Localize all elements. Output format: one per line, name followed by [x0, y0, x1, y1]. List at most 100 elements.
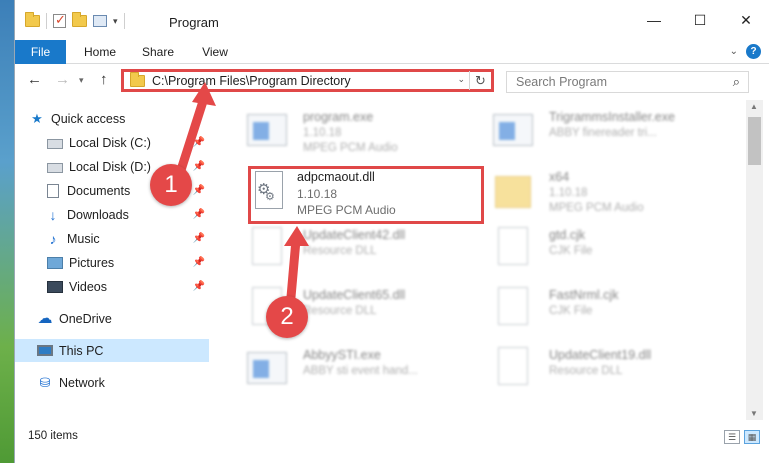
step-badge-1: 1 — [150, 164, 192, 206]
tiles-view-icon[interactable]: ▦ — [744, 430, 760, 444]
sidebar-item-pictures[interactable]: Pictures 📌 — [15, 251, 209, 274]
sidebar-item-label: Network — [59, 375, 105, 390]
maximize-button[interactable]: ☐ — [677, 0, 723, 40]
tab-share[interactable]: Share — [138, 40, 178, 64]
scroll-thumb[interactable] — [748, 117, 761, 165]
back-arrow-icon[interactable]: ← — [27, 71, 42, 88]
expand-ribbon-icon[interactable]: ⌄ — [730, 46, 738, 57]
file-tile-updateclient19[interactable]: UpdateClient19.dll Resource DLL — [483, 340, 733, 396]
pin-icon[interactable]: 📌 — [193, 137, 205, 148]
file-version: 1.10.18 — [549, 187, 588, 199]
exe-file-icon — [493, 106, 533, 154]
sidebar-item-label: Local Disk (C:) — [69, 135, 151, 150]
dll-file-icon — [493, 344, 533, 392]
details-view-icon[interactable]: ☰ — [724, 430, 740, 444]
tab-view[interactable]: View — [197, 40, 233, 64]
status-bar: 150 items ☰ ▦ — [15, 424, 769, 454]
ribbon-tabs: File Home Share View ⌄ ? — [15, 40, 769, 64]
sidebar-item-downloads[interactable]: ↓ Downloads 📌 — [15, 203, 209, 226]
address-bar[interactable]: C:\Program Files\Program Directory ⌄ ↻ — [121, 69, 494, 92]
scroll-up-icon[interactable]: ▲ — [750, 102, 758, 111]
cloud-icon: ☁ — [37, 309, 53, 327]
close-button[interactable]: ✕ — [723, 0, 769, 40]
file-tile-abbyysti[interactable]: AbbyySTI.exe ABBY sti event hand... — [237, 340, 487, 396]
tab-home[interactable]: Home — [78, 40, 122, 64]
pin-icon[interactable]: 📌 — [193, 161, 205, 172]
network-icon: ⛁ — [39, 374, 51, 390]
forward-arrow-icon[interactable]: → — [55, 71, 70, 88]
quick-access-toolbar: ▾ — [25, 12, 125, 29]
file-name: TrigrammsInstaller.exe — [549, 110, 675, 124]
sidebar-item-local-disk-c[interactable]: Local Disk (C:) 📌 — [15, 131, 209, 154]
pin-icon[interactable]: 📌 — [193, 209, 205, 220]
file-tile-program-exe[interactable]: program.exe 1.10.18 MPEG PCM Audio — [237, 102, 487, 158]
step-badge-2: 2 — [266, 296, 308, 338]
file-description: MPEG PCM Audio — [549, 202, 644, 214]
navigation-pane: ★ Quick access Local Disk (C:) 📌 Local D… — [15, 100, 209, 420]
sidebar-item-videos[interactable]: Videos 📌 — [15, 275, 209, 298]
sidebar-item-network[interactable]: ⛁ Network — [15, 371, 209, 394]
file-tile-gtd-cjk[interactable]: gtd.cjk CJK File — [483, 220, 733, 276]
recent-locations-icon[interactable]: ▾ — [79, 75, 84, 86]
file-tile-updateclient42[interactable]: UpdateClient42.dll Resource DLL — [237, 220, 487, 276]
sidebar-item-label: OneDrive — [59, 311, 112, 326]
file-version: 1.10.18 — [303, 127, 342, 139]
folder-icon — [130, 71, 145, 87]
minimize-button[interactable]: — — [631, 0, 677, 40]
file-tile-x64[interactable]: x64 1.10.18 MPEG PCM Audio — [483, 162, 733, 218]
file-name: FastNrml.cjk — [549, 288, 619, 302]
file-tile-fastnrml-cjk[interactable]: FastNrml.cjk CJK File — [483, 280, 733, 336]
search-placeholder: Search Program — [516, 75, 608, 89]
file-tile-trigrammsinstaller[interactable]: TrigrammsInstaller.exe ABBY finereader t… — [483, 102, 733, 158]
up-arrow-icon[interactable]: ↑ — [100, 71, 108, 88]
sidebar-item-music[interactable]: ♪ Music 📌 — [15, 227, 209, 250]
navigation-bar: ← → ▾ ↑ C:\Program Files\Program Directo… — [15, 64, 769, 98]
properties-check-icon[interactable] — [53, 12, 66, 28]
refresh-icon[interactable]: ↻ — [469, 71, 491, 90]
help-icon[interactable]: ? — [746, 44, 761, 59]
sidebar-item-label: Documents — [67, 183, 131, 198]
file-description: CJK File — [549, 245, 593, 257]
vertical-scrollbar[interactable]: ▲ ▼ — [746, 100, 763, 420]
divider — [46, 13, 47, 29]
file-tile-adpcmaout-dll[interactable]: ⚙ ⚙ adpcmaout.dll 1.10.18 MPEG PCM Audio — [248, 166, 484, 224]
pin-icon[interactable]: 📌 — [193, 281, 205, 292]
qat-dropdown-icon[interactable]: ▾ — [113, 16, 118, 27]
document-file-icon — [493, 284, 533, 332]
exe-file-icon — [247, 106, 287, 154]
file-name: UpdateClient19.dll — [549, 348, 652, 362]
view-properties-icon[interactable] — [93, 15, 107, 27]
address-dropdown-icon[interactable]: ⌄ — [457, 74, 465, 85]
music-icon: ♪ — [49, 230, 57, 247]
tab-file[interactable]: File — [15, 40, 66, 64]
pin-icon[interactable]: 📌 — [193, 233, 205, 244]
file-description: MPEG PCM Audio — [297, 203, 396, 217]
sidebar-item-quick-access[interactable]: ★ Quick access — [29, 107, 209, 130]
dll-file-icon — [247, 224, 287, 272]
sidebar-item-this-pc[interactable]: This PC — [15, 339, 209, 362]
window-controls: — ☐ ✕ — [631, 0, 769, 40]
address-path[interactable]: C:\Program Files\Program Directory — [152, 74, 351, 88]
pin-icon[interactable]: 📌 — [193, 185, 205, 196]
search-icon[interactable]: ⌕ — [733, 74, 740, 90]
download-icon: ↓ — [49, 206, 57, 223]
new-folder-icon[interactable] — [72, 12, 87, 27]
sidebar-item-label: Music — [67, 231, 100, 246]
exe-file-icon — [247, 344, 287, 392]
search-input[interactable]: Search Program ⌕ — [506, 71, 749, 93]
sidebar-item-onedrive[interactable]: ☁ OneDrive — [15, 307, 209, 330]
file-name: gtd.cjk — [549, 228, 586, 242]
file-name: x64 — [549, 170, 570, 184]
divider — [123, 13, 125, 29]
file-list: program.exe 1.10.18 MPEG PCM Audio Updat… — [223, 100, 746, 420]
file-name: UpdateClient65.dll — [303, 288, 406, 302]
star-icon: ★ — [31, 110, 43, 126]
scroll-down-icon[interactable]: ▼ — [750, 409, 758, 418]
sidebar-item-label: Pictures — [69, 255, 115, 270]
pin-icon[interactable]: 📌 — [193, 257, 205, 268]
file-description: CJK File — [549, 305, 593, 317]
gear-icon: ⚙ — [265, 191, 275, 203]
drive-icon — [47, 138, 63, 149]
file-name: program.exe — [303, 110, 374, 124]
title-bar: ▾ Program — ☐ ✕ — [15, 0, 769, 40]
